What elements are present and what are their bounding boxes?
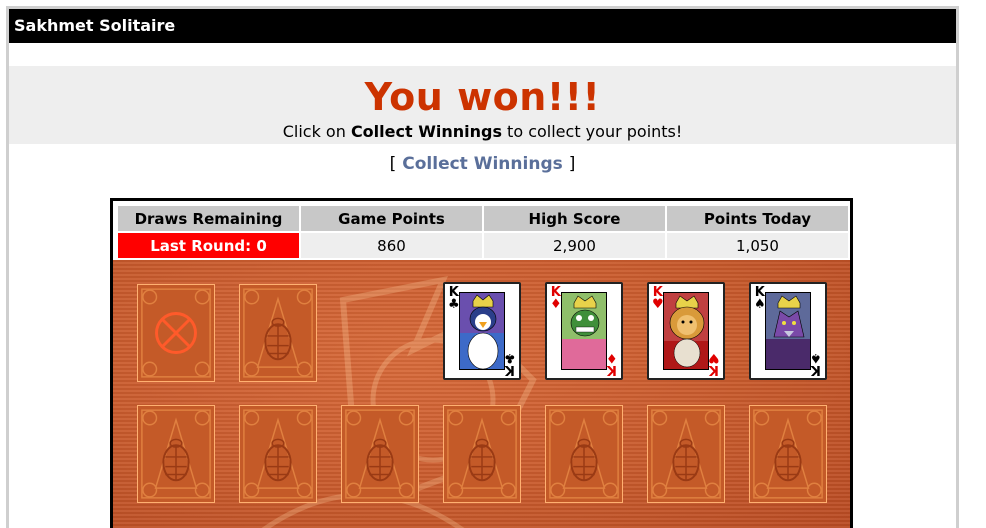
stats-value-row: Last Round: 0 860 2,900 1,050 bbox=[118, 233, 848, 258]
scarab-card-back-icon bbox=[753, 409, 823, 499]
points-today-header: Points Today bbox=[667, 206, 848, 231]
points-today-value: 1,050 bbox=[667, 233, 848, 258]
win-headline: You won!!! bbox=[364, 75, 601, 119]
game-points-header: Game Points bbox=[301, 206, 482, 231]
scarab-card-back-icon bbox=[345, 409, 415, 499]
game-points-value: 860 bbox=[301, 233, 482, 258]
card-corner-bottom: K ♣ bbox=[504, 350, 516, 377]
scarab-card-back-icon bbox=[141, 409, 211, 499]
instruction-suffix: to collect your points! bbox=[501, 122, 683, 141]
card-corner-top: K ♠ bbox=[754, 285, 766, 312]
close-bracket: ] bbox=[568, 154, 576, 174]
card-corner-bottom: K ♦ bbox=[606, 350, 618, 377]
stats-table: Draws Remaining Game Points High Score P… bbox=[116, 204, 850, 260]
scarab-card-back-icon bbox=[243, 409, 313, 499]
game-window: Sakhmet Solitaire You won!!! Click on Co… bbox=[6, 6, 959, 528]
game-area: Draws Remaining Game Points High Score P… bbox=[110, 198, 853, 528]
card-corner-top: K ♥ bbox=[652, 285, 664, 312]
high-score-header: High Score bbox=[484, 206, 665, 231]
instruction-prefix: Click on bbox=[282, 122, 351, 141]
scarab-card-back-icon bbox=[447, 409, 517, 499]
scarab-card-back-icon bbox=[549, 409, 619, 499]
draw-pile-empty[interactable] bbox=[137, 284, 215, 382]
foundation-king-hearts[interactable]: K ♥ K ♥ bbox=[647, 282, 725, 380]
tableau-pile-6[interactable] bbox=[647, 405, 725, 503]
lizard-king-portrait bbox=[561, 292, 607, 370]
collect-winnings-link[interactable]: Collect Winnings bbox=[402, 154, 562, 174]
foundation-king-spades[interactable]: K ♠ K ♠ bbox=[749, 282, 827, 380]
foundation-king-diamonds[interactable]: K ♦ K ♦ bbox=[545, 282, 623, 380]
card-corner-bottom: K ♥ bbox=[708, 350, 720, 377]
instruction-bold: Collect Winnings bbox=[350, 122, 502, 141]
tableau-pile-2[interactable] bbox=[239, 405, 317, 503]
tableau-pile-7[interactable] bbox=[749, 405, 827, 503]
foundation-king-clubs[interactable]: K ♣ K ♣ bbox=[443, 282, 521, 380]
lion-king-portrait bbox=[663, 292, 709, 370]
card-corner-bottom: K ♠ bbox=[810, 350, 822, 377]
stats-header-row: Draws Remaining Game Points High Score P… bbox=[118, 206, 848, 231]
card-corner-top: K ♣ bbox=[448, 285, 460, 312]
win-instruction: Click on Collect Winnings to collect you… bbox=[9, 122, 956, 141]
tableau-pile-4[interactable] bbox=[443, 405, 521, 503]
penguin-king-portrait bbox=[459, 292, 505, 370]
tableau-pile-1[interactable] bbox=[137, 405, 215, 503]
empty-deck-x-icon bbox=[141, 288, 211, 378]
window-title: Sakhmet Solitaire bbox=[9, 9, 956, 43]
tableau-pile-5[interactable] bbox=[545, 405, 623, 503]
result-panel: You won!!! Click on Collect Winnings to … bbox=[9, 66, 956, 144]
scarab-card-back-icon bbox=[243, 288, 313, 378]
collect-winnings-line: [Collect Winnings] bbox=[9, 154, 956, 174]
waste-pile[interactable] bbox=[239, 284, 317, 382]
wolf-king-portrait bbox=[765, 292, 811, 370]
card-table: K ♣ K ♣ K ♦ K ♦ K ♥ K ♥ K ♠ K ♠ bbox=[113, 260, 850, 528]
card-corner-top: K ♦ bbox=[550, 285, 562, 312]
draws-remaining-value: Last Round: 0 bbox=[118, 233, 299, 258]
open-bracket: [ bbox=[389, 154, 397, 174]
high-score-value: 2,900 bbox=[484, 233, 665, 258]
draws-remaining-header: Draws Remaining bbox=[118, 206, 299, 231]
scarab-card-back-icon bbox=[651, 409, 721, 499]
tableau-pile-3[interactable] bbox=[341, 405, 419, 503]
